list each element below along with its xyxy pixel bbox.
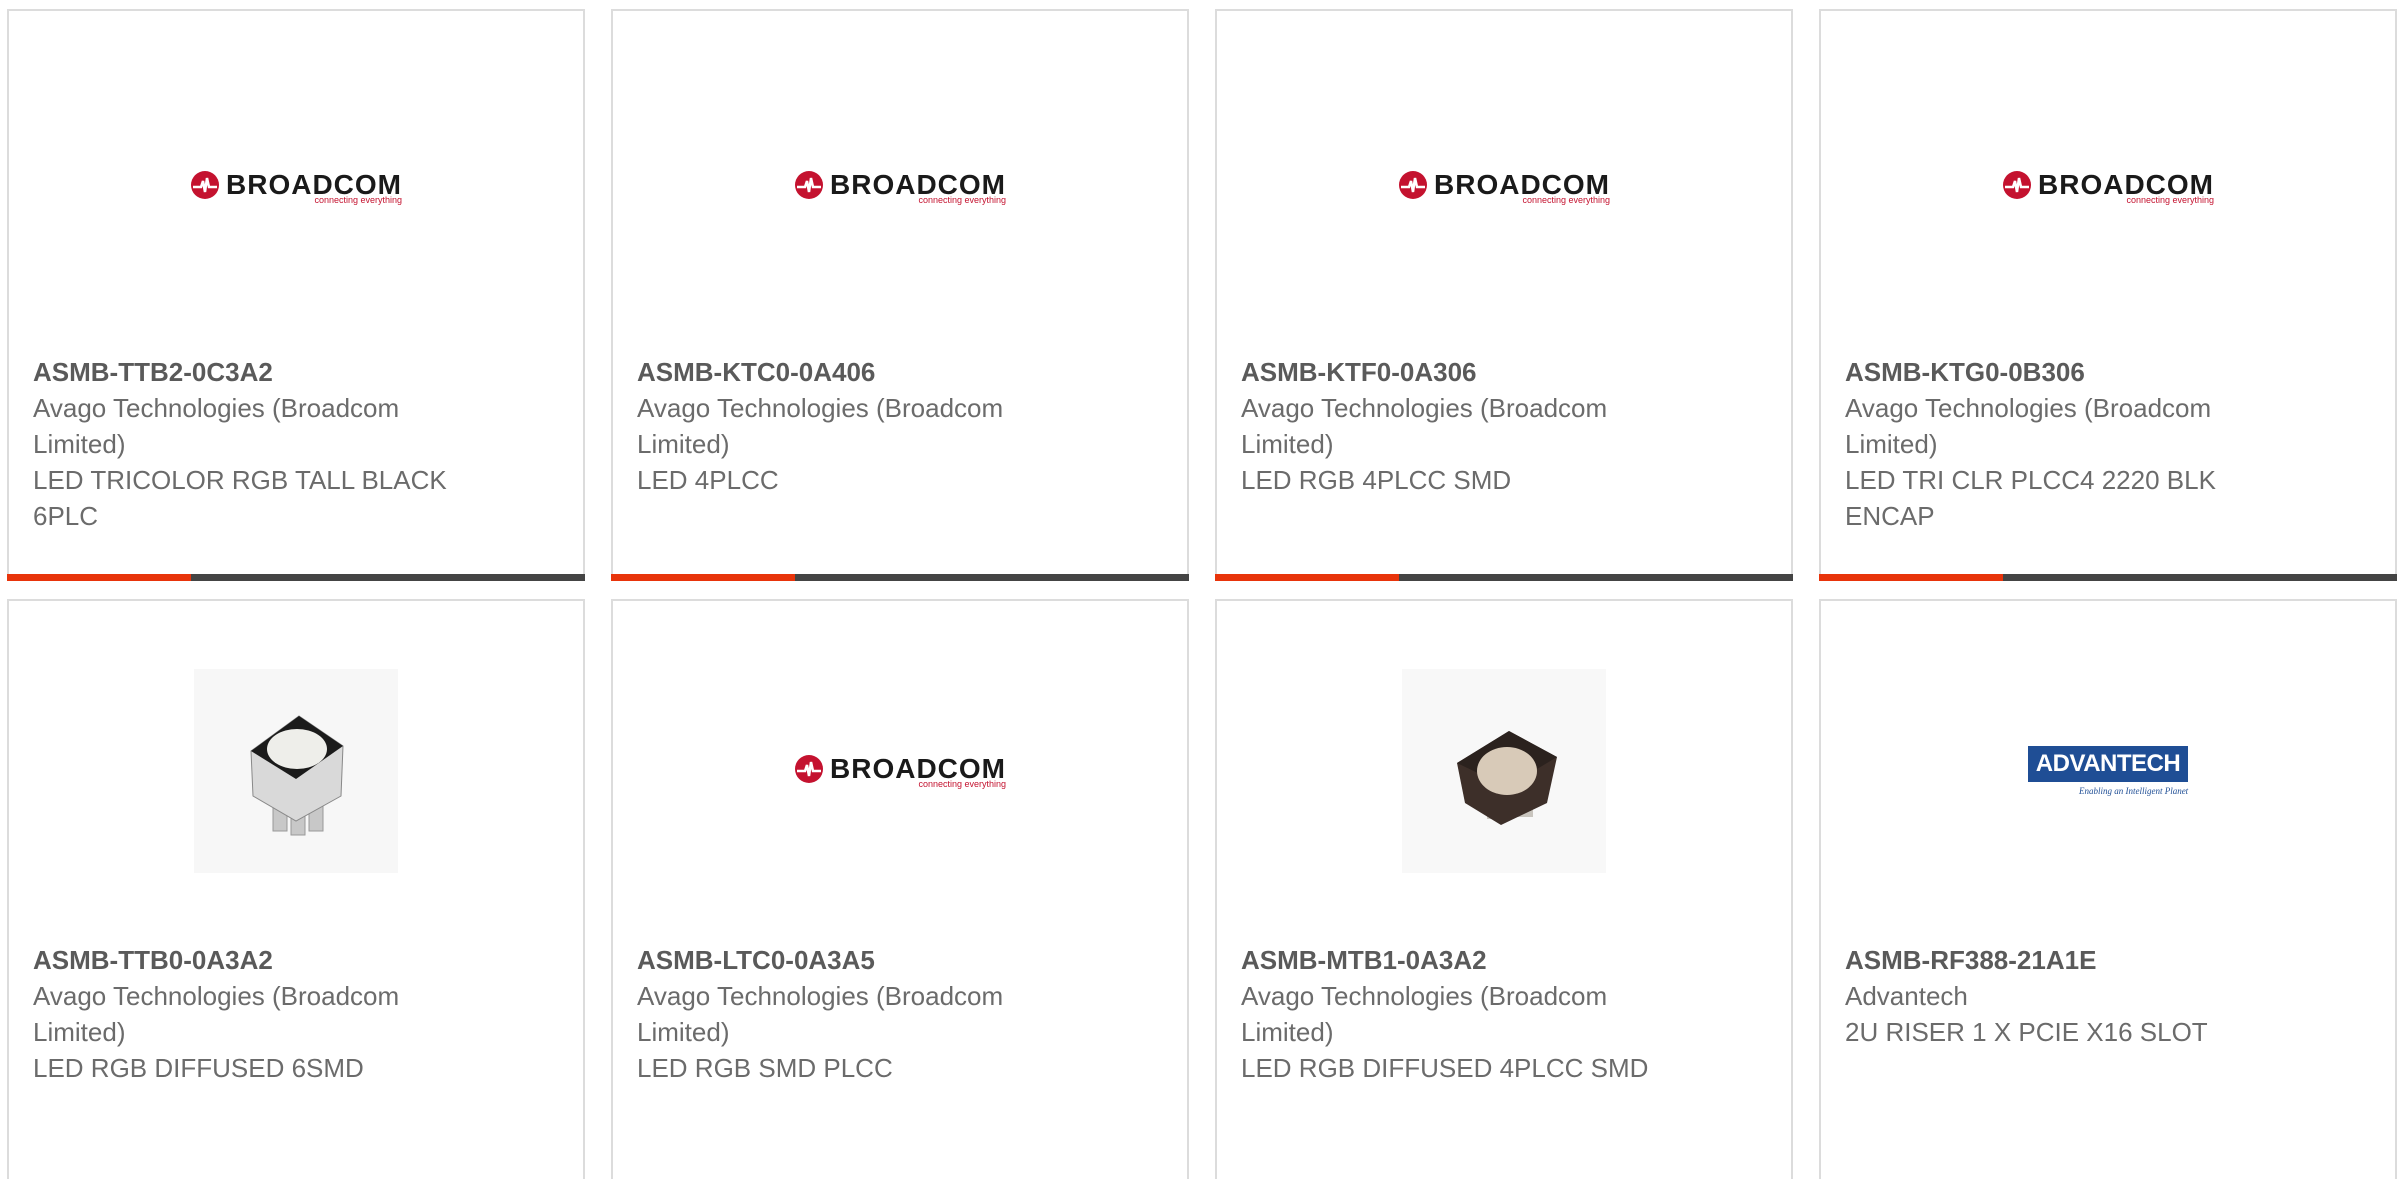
manufacturer: Avago Technologies (Broadcom Limited) — [637, 981, 1004, 1047]
product-card[interactable]: ASMB-MTB1-0A3A2 Avago Technologies (Broa… — [1215, 599, 1793, 1179]
manufacturer: Avago Technologies (Broadcom Limited) — [637, 393, 1004, 459]
part-number[interactable]: ASMB-KTG0-0B306 — [1845, 354, 2265, 390]
broadcom-pulse-icon — [2003, 171, 2031, 199]
manufacturer: Avago Technologies (Broadcom Limited) — [33, 393, 400, 459]
product-card[interactable]: ASMB-TTB0-0A3A2 Avago Technologies (Broa… — [7, 599, 585, 1179]
product-image: BROADCOM connecting everything — [795, 85, 1006, 289]
description: LED 4PLCC — [637, 465, 779, 495]
logo-tagline: Enabling an Intelligent Planet — [2078, 786, 2189, 796]
logo-wordmark: ADVANTECH — [2027, 746, 2189, 782]
broadcom-pulse-icon — [795, 171, 823, 199]
card-bar — [1215, 574, 1793, 581]
description: LED TRI CLR PLCC4 2220 BLK ENCAP — [1845, 465, 2216, 531]
manufacturer: Avago Technologies (Broadcom Limited) — [1845, 393, 2212, 459]
product-card[interactable]: BROADCOM connecting everything ASMB-LTC0… — [611, 599, 1189, 1179]
broadcom-pulse-icon — [795, 755, 823, 783]
card-bar-accent — [7, 574, 191, 581]
broadcom-logo: BROADCOM connecting everything — [794, 169, 1006, 205]
manufacturer: Advantech — [1845, 981, 1968, 1011]
broadcom-pulse-icon — [1399, 171, 1427, 199]
part-number[interactable]: ASMB-TTB0-0A3A2 — [33, 942, 453, 978]
product-image: BROADCOM connecting everything — [2003, 85, 2214, 289]
manufacturer: Avago Technologies (Broadcom Limited) — [33, 981, 400, 1047]
product-image: ADVANTECH Enabling an Intelligent Planet — [2006, 669, 2210, 873]
description: LED TRICOLOR RGB TALL BLACK 6PLC — [33, 465, 447, 531]
broadcom-logo: BROADCOM connecting everything — [794, 753, 1006, 789]
product-card[interactable]: BROADCOM connecting everything ASMB-KTG0… — [1819, 9, 2397, 581]
card-bar-accent — [1819, 574, 2003, 581]
product-image: BROADCOM connecting everything — [1399, 85, 1610, 289]
advantech-logo: ADVANTECH Enabling an Intelligent Planet — [2027, 746, 2189, 796]
product-image: BROADCOM connecting everything — [795, 669, 1006, 873]
description: LED RGB 4PLCC SMD — [1241, 465, 1512, 495]
part-number[interactable]: ASMB-TTB2-0C3A2 — [33, 354, 453, 390]
product-card[interactable]: BROADCOM connecting everything ASMB-KTC0… — [611, 9, 1189, 581]
product-card[interactable]: ADVANTECH Enabling an Intelligent Planet… — [1819, 599, 2397, 1179]
description: LED RGB DIFFUSED 6SMD — [33, 1053, 364, 1083]
part-number[interactable]: ASMB-KTF0-0A306 — [1241, 354, 1661, 390]
part-number[interactable]: ASMB-KTC0-0A406 — [637, 354, 1057, 390]
card-bar-accent — [1215, 574, 1399, 581]
broadcom-logo: BROADCOM connecting everything — [1398, 169, 1610, 205]
product-image: BROADCOM connecting everything — [191, 85, 402, 289]
product-card[interactable]: BROADCOM connecting everything ASMB-KTF0… — [1215, 9, 1793, 581]
card-bar — [7, 574, 585, 581]
product-image — [1402, 669, 1606, 873]
card-bar — [1819, 574, 2397, 581]
led-4plcc-photo — [1457, 731, 1557, 825]
broadcom-logo: BROADCOM connecting everything — [2002, 169, 2214, 205]
description: LED RGB SMD PLCC — [637, 1053, 893, 1083]
product-image — [194, 669, 398, 873]
part-number[interactable]: ASMB-LTC0-0A3A5 — [637, 942, 1057, 978]
manufacturer: Avago Technologies (Broadcom Limited) — [1241, 393, 1608, 459]
card-bar-accent — [611, 574, 795, 581]
led-6smd-photo — [250, 715, 344, 836]
product-card[interactable]: BROADCOM connecting everything ASMB-TTB2… — [7, 9, 585, 581]
broadcom-pulse-icon — [191, 171, 219, 199]
description: LED RGB DIFFUSED 4PLCC SMD — [1241, 1053, 1649, 1083]
broadcom-logo: BROADCOM connecting everything — [190, 169, 402, 205]
manufacturer: Avago Technologies (Broadcom Limited) — [1241, 981, 1608, 1047]
part-number[interactable]: ASMB-MTB1-0A3A2 — [1241, 942, 1661, 978]
part-number[interactable]: ASMB-RF388-21A1E — [1845, 942, 2265, 978]
description: 2U RISER 1 X PCIE X16 SLOT — [1845, 1017, 2208, 1047]
card-bar — [611, 574, 1189, 581]
